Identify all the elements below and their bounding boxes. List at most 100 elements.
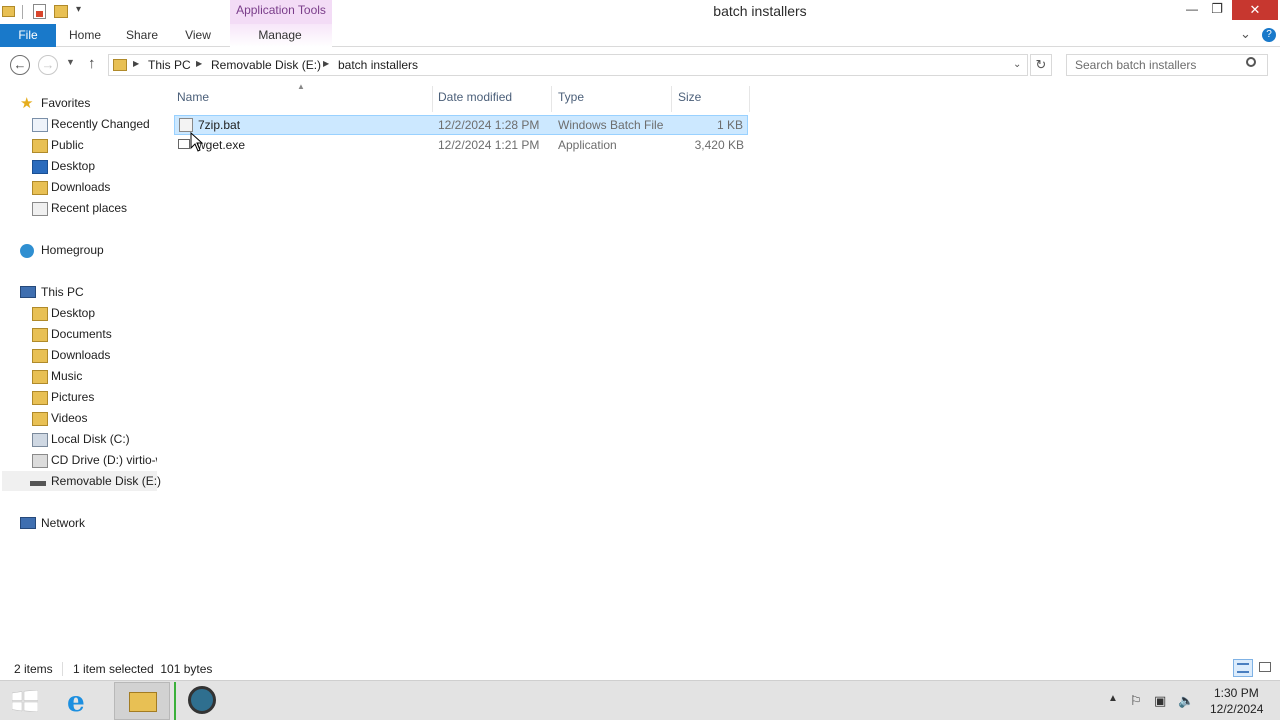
arrow-up-icon: ↑ [88,55,96,72]
help-icon: ? [1266,29,1272,40]
homegroup-icon [20,244,34,258]
item-count: 2 items [14,662,53,676]
nav-desktop[interactable]: Desktop [51,303,95,323]
nav-documents[interactable]: Documents [51,324,112,344]
file-type: Windows Batch File [558,118,664,132]
taskbar: e ▲ ⚐ ▣ 🔈 1:30 PM 12/2/2024 [0,680,1280,720]
recent-places-icon [32,202,48,216]
nav-music[interactable]: Music [51,366,82,386]
address-bar[interactable]: ▶ This PC ▶ Removable Disk (E:) ▶ batch … [108,54,1028,76]
details-view-button[interactable] [1233,659,1253,677]
forward-button[interactable]: → [38,55,58,75]
sort-arrow-icon: ▲ [297,82,305,91]
chevron-down-icon[interactable]: ⌄ [1013,59,1021,70]
file-type: Application [558,138,617,152]
file-name: 7zip.bat [198,118,241,132]
up-button[interactable]: ↑ [88,55,96,72]
column-header-name[interactable]: Name [177,90,209,110]
folder-icon[interactable] [2,6,15,17]
file-name: wget.exe [197,138,246,152]
internet-explorer-icon: e [67,685,85,718]
taskbar-internet-explorer[interactable]: e [57,682,113,720]
restore-button[interactable]: ❐ [1210,1,1224,17]
nav-pictures[interactable]: Pictures [51,387,94,407]
help-button[interactable]: ? [1262,28,1276,42]
nav-removable-disk[interactable]: Removable Disk (E:) [51,471,161,491]
nav-this-pc[interactable]: This PC [41,282,84,302]
context-tab-application-tools: Application Tools [230,0,332,24]
clock-time[interactable]: 1:30 PM [1214,686,1259,700]
breadcrumb-batch-installers[interactable]: batch installers [338,58,418,72]
documents-icon [32,328,48,342]
search-icon [1246,57,1256,67]
tab-view[interactable]: View [180,24,216,47]
address-row: ← → ▼ ↑ ▶ This PC ▶ Removable Disk (E:) … [0,47,1280,83]
nav-downloads-fav[interactable]: Downloads [51,177,110,197]
divider [22,5,23,19]
column-divider [551,86,552,112]
nav-videos[interactable]: Videos [51,408,87,428]
tab-manage[interactable]: Manage [250,24,310,47]
videos-icon [32,412,48,426]
music-icon [32,370,48,384]
close-button[interactable]: ✕ [1232,0,1278,20]
start-button[interactable] [0,682,56,720]
divider [62,662,63,676]
windows-logo-icon [12,690,38,712]
customize-qat-icon[interactable]: ▾ [76,4,81,15]
column-header-type[interactable]: Type [558,90,584,110]
nav-cd-drive[interactable]: CD Drive (D:) virtio-w [51,450,157,470]
new-folder-icon[interactable] [54,5,68,18]
nav-public[interactable]: Public [51,135,84,155]
nav-local-disk[interactable]: Local Disk (C:) [51,429,130,449]
nav-downloads[interactable]: Downloads [51,345,110,365]
breadcrumb-this-pc[interactable]: This PC [148,58,191,72]
desktop-folder-icon [32,307,48,321]
recent-locations-icon[interactable]: ▼ [66,57,75,67]
nav-recent-places[interactable]: Recent places [51,198,127,218]
network-icon [20,517,36,529]
flag-icon[interactable]: ⚐ [1130,693,1142,709]
nav-network[interactable]: Network [41,513,85,533]
chevron-right-icon: ▶ [323,59,330,68]
clock-date[interactable]: 12/2/2024 [1210,702,1263,716]
downloads-icon [32,349,48,363]
properties-icon[interactable] [33,4,46,19]
nav-desktop-fav[interactable]: Desktop [51,156,95,176]
search-input[interactable]: Search batch installers [1066,54,1268,76]
tab-file[interactable]: File [0,24,56,47]
volume-muted-icon[interactable]: 🔈 [1178,693,1194,709]
taskbar-file-explorer[interactable] [114,682,170,720]
expand-ribbon-icon[interactable]: ⌄ [1240,26,1251,42]
large-icons-view-icon [1259,662,1271,672]
file-date: 12/2/2024 1:21 PM [438,138,540,152]
tab-home[interactable]: Home [64,24,106,47]
nav-recently-changed[interactable]: Recently Changed [51,114,150,134]
large-icons-view-button[interactable] [1257,659,1275,677]
file-size: 3,420 KB [694,138,744,152]
table-row[interactable]: wget.exe 12/2/2024 1:21 PM Application 3… [174,136,748,156]
breadcrumb-removable-disk[interactable]: Removable Disk (E:) [211,58,321,72]
back-button[interactable]: ← [10,55,30,75]
nav-favorites[interactable]: Favorites [41,93,90,113]
application-icon [178,139,190,149]
taskbar-app[interactable] [174,682,230,720]
chevron-right-icon: ▶ [196,59,203,68]
file-list: ▲ Name Date modified Type Size 7zip.bat … [170,82,1270,656]
tab-share[interactable]: Share [122,24,162,47]
network-status-icon[interactable]: ▣ [1154,693,1166,709]
column-header-size[interactable]: Size [678,90,701,110]
minimize-button[interactable]: — [1185,2,1199,16]
table-row[interactable]: 7zip.bat 12/2/2024 1:28 PM Windows Batch… [174,115,748,135]
status-bar: 2 items 1 item selected 101 bytes [0,658,1280,680]
recently-changed-icon [32,118,48,132]
show-hidden-icons[interactable]: ▲ [1108,693,1118,704]
downloads-icon [32,181,48,195]
column-header-date[interactable]: Date modified [438,90,512,110]
nav-homegroup[interactable]: Homegroup [41,240,104,260]
mouse-cursor-icon [190,132,204,152]
refresh-button[interactable]: ↻ [1030,54,1052,76]
column-divider [749,86,750,112]
computer-icon [20,286,36,298]
column-divider [671,86,672,112]
